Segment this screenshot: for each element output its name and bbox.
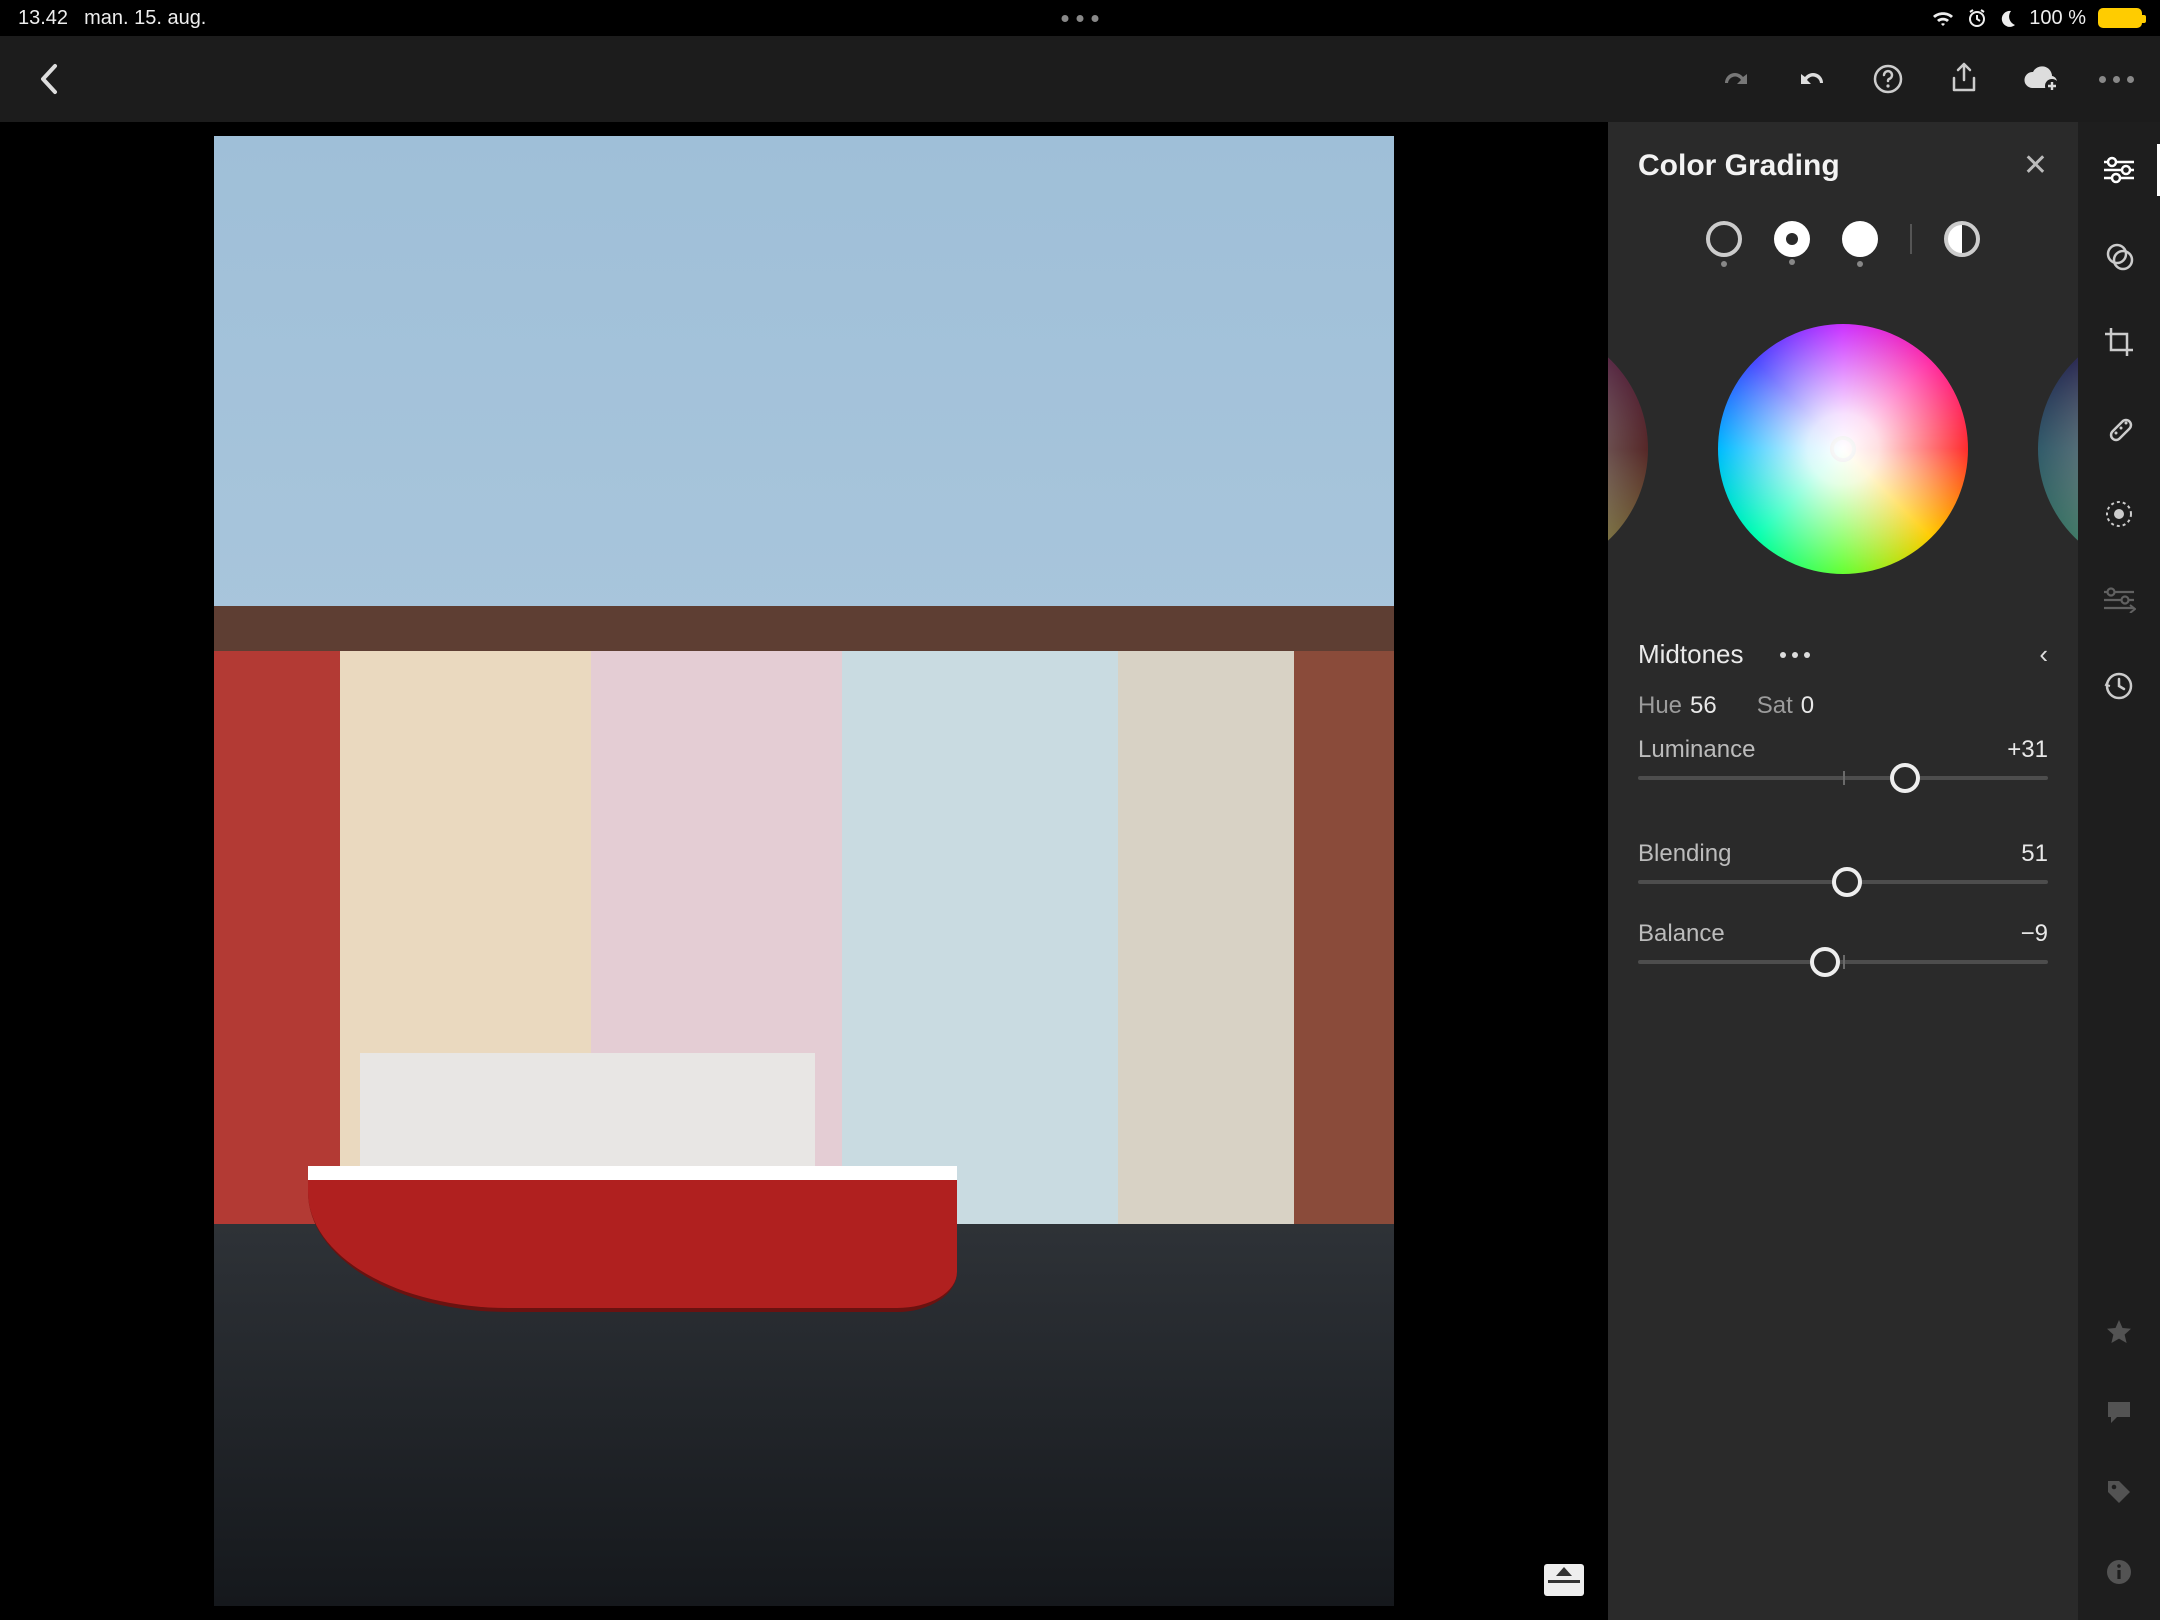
status-date: man. 15. aug. bbox=[84, 7, 206, 30]
dnd-moon-icon bbox=[1999, 9, 2017, 27]
color-wheel-handle[interactable] bbox=[1830, 436, 1856, 462]
wifi-icon bbox=[1931, 9, 1955, 27]
presets-button[interactable] bbox=[2099, 236, 2139, 276]
healing-button[interactable] bbox=[2099, 408, 2139, 448]
status-time: 13.42 bbox=[18, 7, 68, 30]
luminance-value: +31 bbox=[2007, 736, 2048, 764]
photo-preview bbox=[214, 136, 1394, 1606]
blending-value: 51 bbox=[2021, 840, 2048, 868]
zone-shadows-button[interactable] bbox=[1706, 221, 1742, 257]
multitask-dots[interactable] bbox=[1062, 15, 1099, 22]
shadows-wheel-preview[interactable] bbox=[1608, 324, 1648, 574]
edit-sliders-button[interactable] bbox=[2099, 150, 2139, 190]
balance-thumb[interactable] bbox=[1810, 947, 1840, 977]
info-button[interactable] bbox=[2099, 1552, 2139, 1592]
zone-midtones-button[interactable] bbox=[1774, 221, 1810, 257]
filmstrip-toggle[interactable] bbox=[1544, 1564, 1584, 1596]
versions-button[interactable] bbox=[2099, 666, 2139, 706]
crop-button[interactable] bbox=[2099, 322, 2139, 362]
hue-readout: Hue56 bbox=[1638, 692, 1717, 720]
panel-title: Color Grading bbox=[1638, 149, 1840, 183]
cloud-sync-button[interactable] bbox=[2020, 59, 2060, 99]
blending-label: Blending bbox=[1638, 840, 1731, 868]
color-grading-panel: Color Grading ✕ Midtones bbox=[1608, 122, 2078, 1620]
sat-readout: Sat0 bbox=[1757, 692, 1814, 720]
luminance-thumb[interactable] bbox=[1890, 763, 1920, 793]
balance-value: −9 bbox=[2021, 920, 2048, 948]
blending-thumb[interactable] bbox=[1832, 867, 1862, 897]
undo-button[interactable] bbox=[1792, 59, 1832, 99]
tool-rail bbox=[2078, 122, 2160, 1620]
alarm-icon bbox=[1967, 8, 1987, 28]
share-button[interactable] bbox=[1944, 59, 1984, 99]
comments-button[interactable] bbox=[2099, 1392, 2139, 1432]
more-options-button[interactable] bbox=[2096, 59, 2136, 99]
zone-divider bbox=[1910, 224, 1912, 254]
section-label: Midtones bbox=[1638, 639, 1744, 670]
back-button[interactable] bbox=[28, 59, 68, 99]
midtones-color-wheel[interactable] bbox=[1718, 324, 1968, 574]
photo-canvas[interactable] bbox=[0, 122, 1608, 1620]
redo-button[interactable] bbox=[1716, 59, 1756, 99]
luminance-label: Luminance bbox=[1638, 736, 1755, 764]
zone-highlights-button[interactable] bbox=[1842, 221, 1878, 257]
help-button[interactable] bbox=[1868, 59, 1908, 99]
balance-slider[interactable] bbox=[1638, 960, 2048, 964]
keywords-button[interactable] bbox=[2099, 1472, 2139, 1512]
rating-star-button[interactable] bbox=[2099, 1312, 2139, 1352]
luminance-slider[interactable] bbox=[1638, 776, 2048, 780]
status-bar: 13.42 man. 15. aug. 100 % bbox=[0, 0, 2160, 36]
close-panel-button[interactable]: ✕ bbox=[2023, 148, 2048, 183]
reset-button[interactable] bbox=[2099, 580, 2139, 620]
balance-label: Balance bbox=[1638, 920, 1725, 948]
zone-global-button[interactable] bbox=[1944, 221, 1980, 257]
collapse-section-button[interactable]: ‹ bbox=[2039, 639, 2048, 670]
section-options-button[interactable] bbox=[1780, 652, 1810, 658]
app-toolbar bbox=[0, 36, 2160, 122]
battery-pct: 100 % bbox=[2029, 7, 2086, 30]
masking-button[interactable] bbox=[2099, 494, 2139, 534]
zone-picker bbox=[1608, 213, 2078, 279]
blending-slider[interactable] bbox=[1638, 880, 2048, 884]
battery-icon bbox=[2098, 8, 2142, 28]
highlights-wheel-preview[interactable] bbox=[2038, 324, 2078, 574]
